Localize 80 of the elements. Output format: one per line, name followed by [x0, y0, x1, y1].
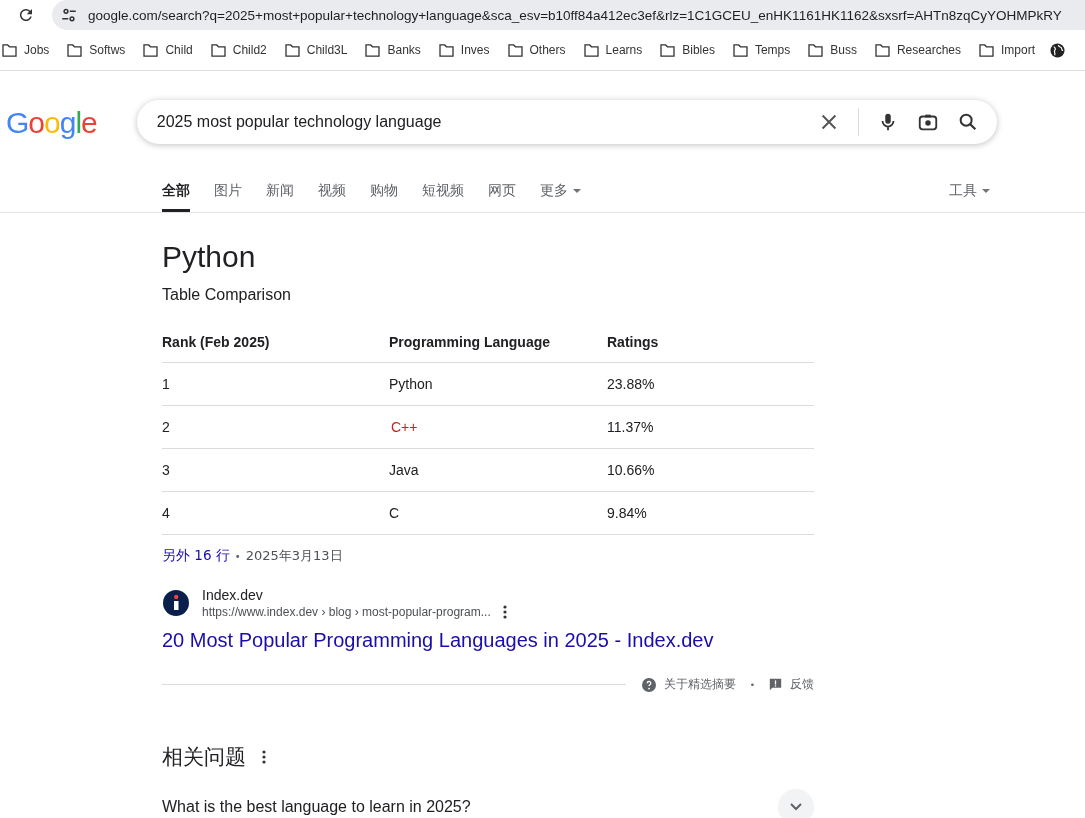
folder-icon — [67, 43, 83, 57]
folder-icon — [660, 43, 676, 57]
feedback-link[interactable]: 反馈 — [790, 676, 814, 693]
bookmark-folder[interactable]: Child — [134, 43, 202, 57]
reload-icon[interactable] — [17, 6, 35, 24]
bookmark-folder[interactable]: Banks — [356, 43, 430, 57]
table-cell: 9.84% — [607, 491, 814, 535]
bookmark-folder[interactable]: Inves — [429, 43, 499, 57]
globe-icon[interactable] — [1050, 42, 1065, 58]
table-cell: 1 — [162, 362, 389, 406]
chevron-icon — [790, 803, 802, 811]
folder-icon — [210, 43, 226, 57]
table-cell: 3 — [162, 448, 389, 492]
site-name[interactable]: Index.dev — [202, 587, 507, 603]
bookmark-folder[interactable]: Child2 — [201, 43, 276, 57]
address-bar[interactable]: google.com/search?q=2025+most+popular+technology+language&sca_esv=b10ff84a412ec3ef&rlz=1C1GCEU_enHK1161HK1162&sxsrf=AHTn8zqCyYOHMPkRY — [52, 0, 1085, 30]
table-cell: C — [389, 491, 607, 535]
search-tab[interactable]: 更多 — [540, 182, 581, 212]
table-cell: 10.66% — [607, 448, 814, 492]
bookmark-folder[interactable]: Softws — [58, 43, 135, 57]
table-cell-link[interactable]: C++ — [389, 405, 607, 449]
folder-icon — [808, 43, 824, 57]
folder-icon — [979, 43, 994, 57]
folder-icon — [732, 43, 748, 57]
table-cell: 2 — [162, 405, 389, 449]
folder-icon — [583, 43, 599, 57]
search-field[interactable]: 2025 most popular technology language — [136, 100, 997, 144]
bookmark-folder[interactable]: Researches — [865, 43, 970, 57]
search-tab[interactable]: 短视频 — [422, 182, 464, 212]
table-cell: 11.37% — [607, 405, 814, 449]
bookmark-folder[interactable]: Others — [498, 43, 575, 57]
tools-tab[interactable]: 工具 — [949, 182, 990, 212]
help-icon[interactable] — [641, 677, 656, 692]
feedback-icon[interactable] — [769, 678, 782, 691]
url-text: google.com/search?q=2025+most+popular+technology+language&sca_esv=b10ff84a412ec3ef&rlz=1C1GCEU_enHK1161HK1162&sxsrf=AHTn8zqCyYOHMPkRY — [88, 7, 1062, 23]
result-title-link[interactable]: 20 Most Popular Programming Languages in 2025 - Index.dev — [162, 629, 814, 652]
about-snippet-link[interactable]: 关于精选摘要 — [663, 676, 736, 693]
site-logo-icon[interactable] — [162, 589, 190, 617]
folder-icon — [365, 43, 381, 57]
table-cell: 23.88% — [607, 362, 814, 406]
answer-subtitle: Table Comparison — [162, 286, 292, 304]
more-rows-link[interactable]: 另外 16 行 — [162, 547, 230, 565]
separator-dot: • — [234, 550, 241, 562]
date-text: 2025年3月13日 — [245, 547, 343, 565]
expand-button[interactable] — [778, 789, 814, 818]
site-url: https://www.index.dev › blog › most-popular-program... — [202, 605, 491, 619]
folder-icon — [507, 43, 523, 57]
column-header: Programming Language — [389, 322, 607, 363]
table-cell: 4 — [162, 491, 389, 535]
search-tab[interactable]: 网页 — [488, 182, 516, 212]
table-cell: Python — [389, 362, 607, 406]
folder-icon — [438, 43, 454, 57]
separator-dot: • — [748, 679, 756, 690]
bookmark-folder[interactable]: Learns — [574, 43, 652, 57]
site-settings-icon[interactable] — [60, 6, 78, 24]
folder-icon — [284, 43, 300, 57]
folder-icon — [874, 43, 890, 57]
answer-title: Python — [162, 239, 257, 275]
table-cell: Java — [389, 448, 607, 492]
section-heading: 相关问题 — [162, 744, 246, 771]
bookmark-folder[interactable]: Jobs — [0, 43, 59, 57]
bookmark-folder[interactable]: Buss — [799, 43, 866, 57]
google-logo[interactable]: Google — [0, 106, 97, 140]
search-tab[interactable]: 全部 — [162, 182, 190, 212]
search-tab[interactable]: 图片 — [214, 182, 242, 212]
bookmark-folder[interactable]: Import — [970, 43, 1044, 57]
more-options-icon[interactable] — [262, 750, 266, 764]
search-tab[interactable]: 新闻 — [266, 182, 294, 212]
folder-icon — [143, 43, 159, 57]
bookmark-folder[interactable]: Child3L — [275, 43, 357, 57]
folder-icon — [2, 43, 17, 57]
search-tab[interactable]: 购物 — [370, 182, 398, 212]
bookmark-folder[interactable]: Temps — [723, 43, 800, 57]
column-header: Rank (Feb 2025) — [162, 322, 389, 363]
question-text[interactable]: What is the best language to learn in 2025? — [162, 798, 471, 816]
column-header: Ratings — [607, 322, 814, 363]
caret-icon — [982, 189, 990, 193]
more-options-icon[interactable] — [502, 605, 507, 619]
search-tab[interactable]: 视频 — [318, 182, 346, 212]
bookmark-folder[interactable]: Bibles — [651, 43, 724, 57]
